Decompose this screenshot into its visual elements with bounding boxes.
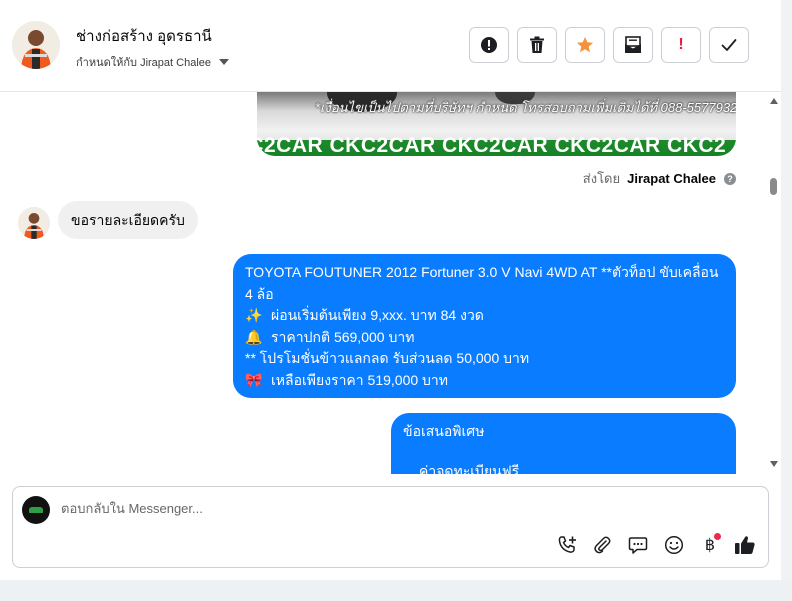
star-button[interactable] (565, 27, 605, 63)
bell-icon: 🔔 (245, 328, 263, 345)
mark-done-button[interactable] (709, 27, 749, 63)
scroll-up-arrow-icon[interactable] (770, 98, 778, 104)
priority-label: ! (678, 36, 684, 53)
message-title-line: TOYOTA FOUTUNER 2012 Fortuner 3.0 V Navi… (245, 264, 719, 302)
message-line: 🔔 ราคาปกติ 569,000 บาท (245, 327, 724, 349)
star-icon (577, 37, 593, 53)
priority-button[interactable]: ! (661, 27, 701, 63)
envelope-icon (625, 36, 641, 53)
page-edge (781, 0, 792, 601)
caret-down-icon (219, 59, 230, 65)
outgoing-message[interactable]: TOYOTA FOUTUNER 2012 Fortuner 3.0 V Navi… (233, 254, 736, 398)
like-button[interactable] (734, 534, 756, 556)
mark-spam-button[interactable] (469, 27, 509, 63)
page-bottom-edge (0, 580, 792, 601)
attach-button[interactable] (591, 534, 613, 556)
image-message[interactable]: *เงื่อนไขเป็นไปตามที่บริษัทฯ กำหนด โทรสอ… (257, 92, 736, 156)
message-line: ** โปรโมชั่นข้าวแลกลด รับส่วนลด 50,000 บ… (245, 350, 530, 366)
reply-input[interactable] (61, 501, 481, 516)
call-button[interactable] (556, 534, 578, 556)
sent-by-note: ส่งโดย Jirapat Chalee ? (583, 168, 736, 189)
contact-avatar-small[interactable] (18, 207, 50, 239)
conversation-header: ช่างก่อสร้าง อุดรธานี กำหนดให้กับ Jirapa… (0, 0, 781, 92)
trash-icon (530, 36, 544, 53)
message-line: 🎀 เหลือเพียงราคา 519,000 บาท (245, 370, 724, 392)
message-scrollbar[interactable] (767, 92, 781, 474)
image-brand-text: CKC2CAR CKC2CAR CKC2CAR CKC2CAR CKC2 (257, 134, 727, 156)
paperclip-icon (594, 536, 611, 554)
message-line: ✨ ผ่อนเริ่มต้นเพียง 9,xxx. บาท 84 งวด (245, 305, 724, 327)
image-promo-text: *เงื่อนไขเป็นไปตามที่บริษัทฯ กำหนด โทรสอ… (315, 100, 736, 115)
incoming-message[interactable]: ขอรายละเอียดครับ (58, 201, 198, 239)
check-icon (721, 39, 737, 51)
message-title-line: ข้อเสนอพิเศษ (403, 423, 485, 439)
saved-replies-button[interactable] (627, 534, 649, 556)
saved-reply-icon (628, 537, 648, 554)
sent-by-name: Jirapat Chalee (627, 171, 716, 186)
scroll-down-arrow-icon[interactable] (770, 461, 778, 467)
mark-unread-button[interactable] (613, 27, 653, 63)
chat-panel: ช่างก่อสร้าง อุดรธานี กำหนดให้กับ Jirapa… (0, 0, 781, 580)
assignee-dropdown[interactable]: กำหนดให้กับ Jirapat Chalee (76, 53, 230, 71)
sparkles-icon: ✨ (245, 307, 263, 323)
delete-button[interactable] (517, 27, 557, 63)
alert-circle-icon (481, 37, 497, 53)
emoji-button[interactable] (663, 534, 685, 556)
contact-avatar[interactable] (12, 21, 60, 69)
scroll-thumb[interactable] (770, 178, 777, 195)
assignee-label: กำหนดให้กับ Jirapat Chalee (76, 57, 212, 69)
phone-add-icon (558, 536, 576, 553)
ribbon-icon: 🎀 (245, 371, 263, 388)
car-logo-icon (29, 507, 43, 513)
message-line: ค่าจดทะเบียนฟรี (419, 462, 520, 475)
sent-by-prefix: ส่งโดย (582, 171, 621, 186)
message-list: *เงื่อนไขเป็นไปตามที่บริษัทฯ กำหนด โทรสอ… (0, 92, 781, 474)
thumbs-up-icon (735, 536, 755, 554)
reply-composer: ฿ (12, 486, 769, 568)
emoji-icon (664, 535, 684, 555)
page-avatar (22, 496, 50, 524)
payment-button[interactable]: ฿ (699, 533, 721, 556)
info-icon[interactable]: ? (724, 172, 736, 185)
notification-dot (714, 533, 721, 540)
contact-name[interactable]: ช่างก่อสร้าง อุดรธานี (76, 24, 212, 48)
outgoing-message[interactable]: ข้อเสนอพิเศษ ค่าจดทะเบียนฟรี (391, 413, 736, 474)
